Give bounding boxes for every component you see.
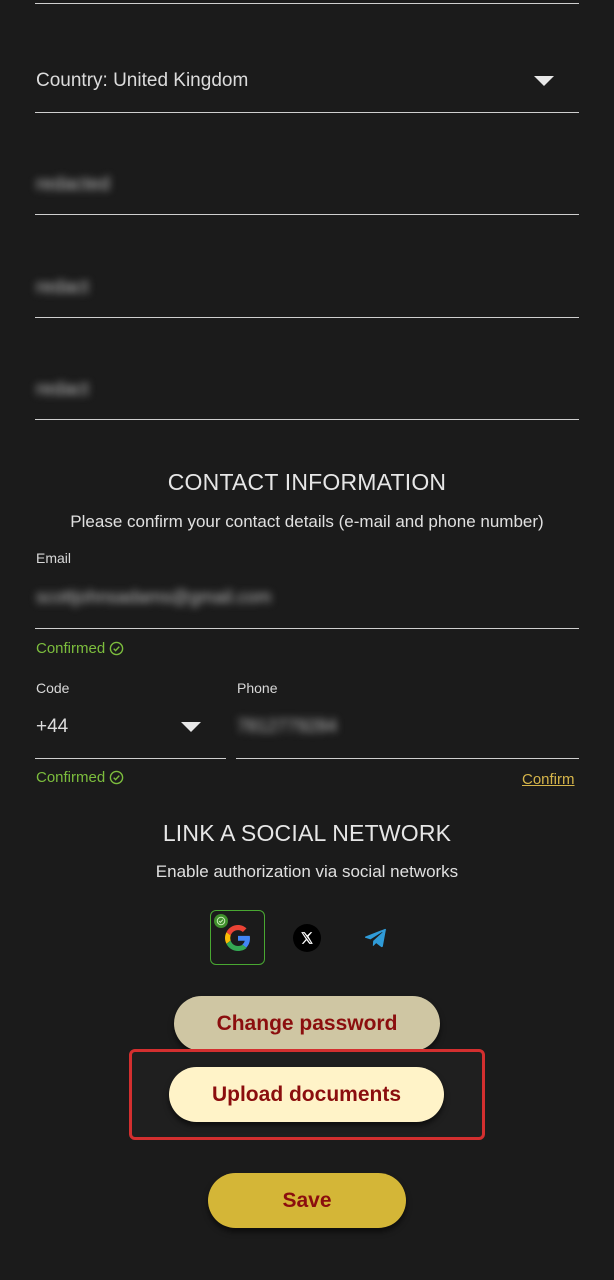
address-field-1[interactable]: redacted <box>35 160 579 215</box>
contact-subtitle: Please confirm your contact details (e-m… <box>70 512 544 531</box>
address-field-1-underline <box>35 214 579 215</box>
check-circle-icon <box>109 641 124 656</box>
telegram-icon <box>365 928 387 948</box>
phone-code-select[interactable]: +44 <box>35 705 226 759</box>
telegram-link-button[interactable] <box>362 924 390 952</box>
top-field-underline <box>35 3 579 4</box>
contact-heading: CONTACT INFORMATION <box>167 469 447 495</box>
email-underline <box>35 628 579 629</box>
code-label: Code <box>36 680 70 696</box>
address-field-2-underline <box>35 317 579 318</box>
x-link-button[interactable] <box>293 924 321 952</box>
country-select-value: Country: United Kingdom <box>36 70 249 91</box>
address-field-2[interactable]: redact <box>35 263 579 318</box>
google-icon <box>224 924 250 951</box>
chevron-down-icon <box>181 722 201 732</box>
phone-field[interactable]: 7812779284 <box>236 705 579 759</box>
country-select[interactable]: Country: United Kingdom <box>35 55 579 113</box>
phone-confirmed-status: Confirmed <box>36 769 124 786</box>
change-password-button[interactable]: Change password <box>174 996 440 1051</box>
phone-code-underline <box>35 758 226 759</box>
country-underline <box>35 112 579 113</box>
phone-confirm-link[interactable]: Confirm <box>522 771 575 788</box>
address-field-3-underline <box>35 419 579 420</box>
address-field-1-value: redacted <box>36 174 110 195</box>
chevron-down-icon <box>534 76 554 86</box>
address-field-2-value: redact <box>36 277 89 298</box>
social-subtitle: Enable authorization via social networks <box>155 862 459 881</box>
phone-field-value: 7812779284 <box>237 716 338 736</box>
email-label: Email <box>36 550 72 566</box>
address-field-3[interactable]: redact <box>35 365 579 420</box>
social-heading: LINK A SOCIAL NETWORK <box>162 820 452 846</box>
phone-label: Phone <box>237 680 278 696</box>
phone-confirmed-label: Confirmed <box>36 769 106 786</box>
x-icon <box>301 932 313 944</box>
email-confirmed-status: Confirmed <box>36 640 124 657</box>
address-field-3-value: redact <box>36 379 89 400</box>
email-confirmed-label: Confirmed <box>36 640 106 657</box>
linked-check-badge-icon <box>214 914 228 928</box>
email-field[interactable]: scottjohnsadams@gmail.com <box>35 578 579 628</box>
save-button[interactable]: Save <box>208 1173 406 1228</box>
upload-documents-button[interactable]: Upload documents <box>169 1067 444 1122</box>
check-circle-icon <box>109 770 124 785</box>
phone-code-value: +44 <box>36 716 69 737</box>
email-field-value: scottjohnsadams@gmail.com <box>36 587 272 607</box>
google-link-button[interactable] <box>210 910 265 965</box>
phone-underline <box>236 758 579 759</box>
